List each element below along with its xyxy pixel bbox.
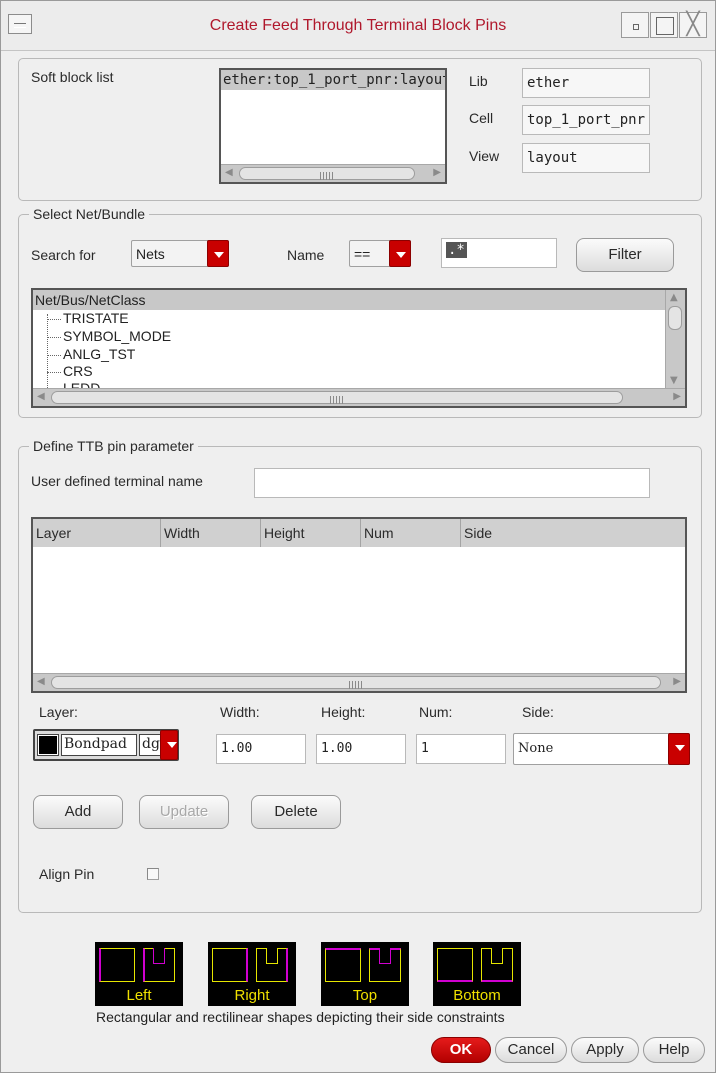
layer-purpose: dg (139, 734, 161, 756)
side-bottom-label: Bottom (453, 987, 501, 1004)
search-for-label: Search for (31, 247, 96, 263)
scroll-left-icon[interactable]: ◀ (37, 676, 45, 687)
minimize-icon[interactable] (621, 12, 649, 38)
scroll-up-icon[interactable]: ▲ (670, 292, 678, 303)
layer-dropdown[interactable]: Bondpad dg (33, 729, 179, 761)
search-for-dropdown[interactable]: Nets (131, 240, 229, 267)
height-label: Height: (321, 704, 366, 720)
net-tree[interactable]: Net/Bus/NetClass TRISTATE SYMBOL_MODE AN… (31, 288, 687, 408)
side-right-icon: Right (208, 942, 296, 1006)
pin-table[interactable]: Layer Width Height Num Side ◀ ▶ (31, 517, 687, 693)
side-top-icon: Top (321, 942, 409, 1006)
dialog-window: Create Feed Through Terminal Block Pins … (0, 0, 716, 1073)
scroll-thumb[interactable] (51, 676, 661, 689)
num-input[interactable]: 1 (416, 734, 506, 764)
height-input[interactable]: 1.00 (316, 734, 406, 764)
view-field[interactable]: layout (522, 143, 650, 173)
cell-label: Cell (469, 110, 494, 126)
scroll-down-icon[interactable]: ▼ (670, 375, 678, 386)
ok-button[interactable]: OK (431, 1037, 491, 1063)
scroll-left-icon[interactable]: ◀ (37, 391, 45, 402)
scroll-right-icon[interactable]: ▶ (673, 676, 681, 687)
layer-swatch-icon (37, 734, 59, 756)
apply-button[interactable]: Apply (571, 1037, 639, 1063)
side-dropdown[interactable]: None (513, 733, 690, 765)
tree-item[interactable]: CRS (47, 363, 93, 379)
user-terminal-label: User defined terminal name (31, 473, 203, 489)
search-for-value: Nets (136, 246, 165, 262)
name-operator-dropdown[interactable]: == (349, 240, 411, 267)
pin-table-hscroll[interactable]: ◀ ▶ (33, 673, 685, 691)
filter-button[interactable]: Filter (576, 238, 674, 272)
scroll-right-icon[interactable]: ▶ (433, 167, 441, 178)
column-header-height[interactable]: Height (261, 519, 361, 547)
view-label: View (469, 148, 500, 164)
column-header-num[interactable]: Num (361, 519, 461, 547)
title-bar: Create Feed Through Terminal Block Pins … (1, 1, 715, 51)
scroll-thumb[interactable] (51, 391, 623, 404)
side-top-label: Top (352, 987, 378, 1004)
tree-item[interactable]: ANLG_TST (47, 346, 135, 362)
align-pin-label: Align Pin (39, 866, 95, 882)
side-bottom-icon: Bottom (433, 942, 521, 1006)
scroll-right-icon[interactable]: ▶ (673, 391, 681, 402)
chevron-down-icon[interactable] (668, 733, 690, 765)
side-left-icon: Left (95, 942, 183, 1006)
net-tree-hscroll[interactable]: ◀ ▶ (33, 388, 685, 406)
window-title: Create Feed Through Terminal Block Pins (209, 17, 507, 34)
num-label: Num: (419, 704, 453, 720)
layer-label: Layer: (39, 704, 78, 720)
net-tree-vscroll[interactable]: ▲ ▼ (665, 290, 685, 388)
side-icons-caption: Rectangular and rectilinear shapes depic… (96, 1009, 505, 1025)
name-pattern-value: .* (446, 242, 467, 258)
lib-label: Lib (469, 73, 488, 89)
width-input[interactable]: 1.00 (216, 734, 306, 764)
name-pattern-input[interactable]: .* (441, 238, 557, 268)
column-header-layer[interactable]: Layer (33, 519, 161, 547)
side-label: Side: (522, 704, 554, 720)
ttb-group: Define TTB pin parameter User defined te… (18, 438, 702, 913)
column-header-side[interactable]: Side (461, 519, 685, 547)
layer-name: Bondpad (61, 734, 137, 756)
side-value: None (518, 741, 554, 756)
update-button[interactable]: Update (139, 795, 229, 829)
scroll-left-icon[interactable]: ◀ (225, 167, 233, 178)
chevron-down-icon[interactable] (160, 730, 178, 760)
close-icon[interactable]: ╳ (679, 12, 707, 38)
tree-item[interactable]: TRISTATE (47, 310, 129, 326)
soft-block-hscroll[interactable]: ◀ ▶ (221, 164, 445, 182)
user-terminal-input[interactable] (254, 468, 650, 498)
tree-item[interactable]: SYMBOL_MODE (47, 328, 171, 344)
name-label: Name (287, 247, 325, 263)
soft-block-group: Soft block list ether:top_1_port_pnr:lay… (18, 58, 702, 201)
scroll-thumb[interactable] (239, 167, 415, 180)
cell-field[interactable]: top_1_port_pnr (522, 105, 650, 135)
net-tree-header: Net/Bus/NetClass (33, 290, 665, 310)
lib-field[interactable]: ether (522, 68, 650, 98)
chevron-down-icon[interactable] (389, 240, 411, 267)
soft-block-label: Soft block list (31, 69, 114, 85)
select-net-group: Select Net/Bundle Search for Nets Name =… (18, 206, 702, 418)
scroll-thumb[interactable] (668, 306, 682, 330)
soft-block-item[interactable]: ether:top_1_port_pnr:layout (221, 70, 445, 90)
align-pin-checkbox[interactable] (147, 868, 159, 880)
soft-block-list[interactable]: ether:top_1_port_pnr:layout ◀ ▶ (219, 68, 447, 184)
delete-button[interactable]: Delete (251, 795, 341, 829)
side-left-label: Left (126, 987, 152, 1004)
add-button[interactable]: Add (33, 795, 123, 829)
select-net-group-label: Select Net/Bundle (29, 206, 150, 222)
width-label: Width: (220, 704, 260, 720)
column-header-width[interactable]: Width (161, 519, 261, 547)
chevron-down-icon[interactable] (207, 240, 229, 267)
help-button[interactable]: Help (643, 1037, 705, 1063)
cancel-button[interactable]: Cancel (495, 1037, 567, 1063)
side-right-label: Right (234, 987, 270, 1004)
maximize-icon[interactable] (650, 12, 678, 38)
name-operator-value: == (354, 246, 371, 262)
ttb-group-label: Define TTB pin parameter (29, 438, 198, 454)
